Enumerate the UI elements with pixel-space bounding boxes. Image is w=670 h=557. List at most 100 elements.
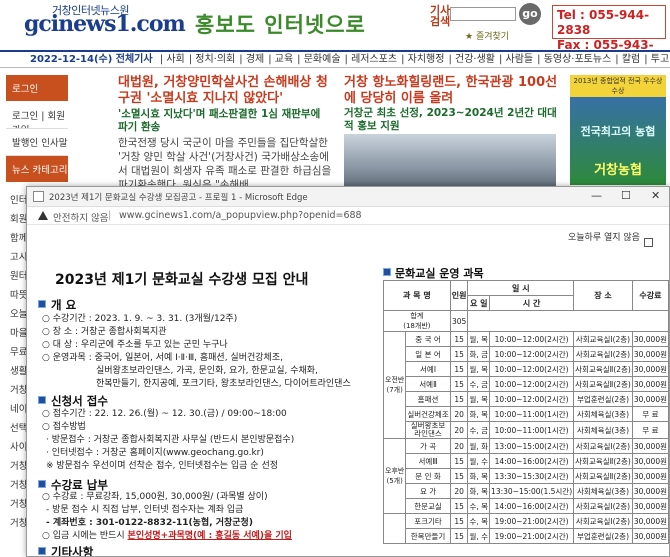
course-time: 10:00~12:00(2시간)	[489, 361, 575, 377]
headline-main[interactable]: 대법원, 거창양민학살사건 손해배상 청구권 '소멸시효 지나지 않았다'	[118, 75, 328, 107]
course-name: 일 본 어	[405, 346, 451, 362]
search-go-button[interactable]: go	[519, 3, 541, 25]
course-fee: 30,000원	[631, 391, 669, 407]
table-row: 오전반 (7개) 중 국 어 15 월, 목 10:00~12:00(2시간) 사회교육실Ⅰ…	[382, 331, 669, 439]
overview-line: ○ 운영과목 : 중국어, 일본어, 서예 Ⅰ·Ⅱ·Ⅲ, 홈패션, 실버건강체조…	[42, 353, 283, 363]
security-status[interactable]: 안전하지 않음	[53, 210, 108, 224]
favorites-star-icon: ★	[465, 32, 474, 42]
schedule-title: 문화교실 운영 과목	[383, 265, 484, 281]
table-row: 서예Ⅱ 15 수, 금 10:00~12:00(2시간) 사회교육실Ⅱ(2층) 30,00…	[384, 376, 669, 392]
section-other-label: 기타사항	[51, 545, 94, 556]
nav-item[interactable]: | 경제	[239, 54, 264, 65]
course-name: 서예Ⅱ	[405, 376, 451, 392]
nav-item[interactable]: | 사람들	[499, 54, 533, 65]
course-people: 15	[449, 513, 469, 529]
section-bullet-icon	[38, 480, 46, 488]
site-logo[interactable]: gcinews1.com	[24, 11, 186, 37]
course-days: 수, 금	[467, 376, 491, 392]
total-empty	[467, 310, 669, 332]
nav-item[interactable]: | 정치·의회	[189, 54, 236, 65]
ad-banner[interactable]: 2013년 종합업적 전국 우수상 수상 전국최고의 농협 거창농협	[570, 75, 666, 185]
popup-window: 2023년 제1기 문화교실 수강생 모집공고 - 프로필 1 - Micros…	[26, 186, 670, 557]
course-name: 실버건강체조	[405, 406, 451, 422]
nav-item[interactable]: | 칼럼	[615, 54, 640, 65]
search-label: 기사검색	[430, 4, 451, 28]
nav-date[interactable]: 2022-12-14(수) 전체기사	[30, 54, 153, 65]
minimize-icon[interactable]: —	[591, 189, 602, 202]
headline-second-sub[interactable]: 거창군 최초 선정, 2023~2024년 2년간 대대적 홍보 지원	[344, 107, 564, 133]
course-fee: 30,000원	[631, 483, 669, 499]
login-join-link[interactable]: 로그인 | 회원가입	[6, 102, 68, 129]
search-input[interactable]	[450, 7, 516, 21]
course-people: 15	[449, 346, 469, 362]
course-place: 부업훈련실(2층)	[573, 391, 633, 407]
nav-item[interactable]: | 문화예술	[297, 54, 340, 65]
warning-icon[interactable]	[38, 211, 48, 220]
popup-title: 2023년 제1기 문화교실 수강생 모집공고 - 프로필 1 - Micros…	[49, 193, 308, 203]
table-row: 일 본 어 15 화, 금 10:00~12:00(2시간) 사회교육실Ⅰ(2층) 30,…	[384, 346, 669, 362]
address-bar[interactable]: 안전하지 않음 | www.gcinews1.com/a_popupview.p…	[27, 207, 669, 225]
headline-second[interactable]: 거창 항노화힐링랜드, 한국관광 100선에 당당히 이름 올려	[344, 75, 564, 107]
nav-item[interactable]: | 동영상·포토뉴스	[537, 54, 611, 65]
course-time: 10:00~12:00(2시간)	[489, 376, 575, 392]
ad-tagline: 전국최고의 농협	[580, 125, 656, 138]
nav-item[interactable]: | 교육	[268, 54, 293, 65]
overview-line: 실버왕초보라인댄스, 가곡, 문인화, 요가, 한문교실, 수채화,	[96, 366, 318, 376]
apply-note: ※ 방문접수 우선이며 선착순 접수, 인터넷접수는 입금 순 선정	[46, 461, 279, 471]
headline-main-sub[interactable]: '소멸시효 지났다'며 패소판결한 1심 재판부에 파기 환송	[118, 108, 328, 134]
table-row: 홈패션 15 월, 목 10:00~12:00(2시간) 부업훈련실(2층) 30,000…	[384, 391, 669, 407]
nav-item[interactable]: | 건강·생활	[448, 54, 495, 65]
overview-line: ○ 대 상 : 우리군에 주소를 두고 있는 군민 누구나	[42, 340, 228, 350]
nav-item[interactable]: | 자치행정	[401, 54, 444, 65]
pay-deposit-highlight: 본인성명+과목명(예 : 홍길동 서예)을 기입	[127, 531, 292, 541]
group-pm: 오후반 (5개)	[382, 438, 407, 514]
course-place: 사회교육실Ⅰ(2층)	[573, 438, 633, 454]
course-people: 15	[449, 498, 469, 514]
course-people: 15	[449, 391, 469, 407]
course-time: 19:00~21:00(2시간)	[489, 513, 575, 529]
course-people: 15	[449, 528, 469, 544]
notice-title: 2023년 제1기 문화교실 수강생 모집 안내	[55, 272, 309, 288]
course-name: 홈패션	[405, 391, 451, 407]
news-photo[interactable]	[344, 134, 556, 190]
publisher-greeting-link[interactable]: 발행인 인사말	[6, 129, 68, 156]
schedule-title-label: 문화교실 운영 과목	[395, 267, 484, 280]
section-bullet-icon	[38, 300, 46, 308]
course-fee: 30,000원	[631, 513, 669, 529]
headline-main-body: 한국전쟁 당시 국군이 마을 주민들을 집단학살한 '거창 양민 학살 사건'(…	[118, 137, 332, 191]
popup-url[interactable]: www.gcinews1.com/a_popupview.php?openid=…	[119, 210, 362, 221]
pay-method: - 방문 접수 시 직접 납부, 인터넷 접수자는 계좌 입금	[46, 505, 244, 515]
course-place: 사회체육실(3층)	[573, 421, 633, 439]
course-name: 중 국 어	[405, 331, 451, 347]
popup-titlebar[interactable]: 2023년 제1기 문화교실 수강생 모집공고 - 프로필 1 - Micros…	[27, 187, 669, 207]
main-nav: 2022-12-14(수) 전체기사 | 사회 | 정치·의회 | 경제 | 교육 | …	[0, 50, 670, 68]
course-time: 13:00~15:00(2시간)	[489, 438, 575, 454]
maximize-icon[interactable]: ☐	[621, 189, 631, 202]
course-time: 14:00~16:00(2시간)	[489, 498, 575, 514]
apply-online: · 인터넷접수 : 거창군 홈페이지(www.geochang.go.kr)	[46, 448, 264, 458]
course-fee: 30,000원	[631, 376, 669, 392]
favorites-link[interactable]: ★ 즐겨찾기	[465, 29, 509, 42]
nav-item[interactable]: | 레저스포츠	[345, 54, 398, 65]
nav-item[interactable]: | 투고	[644, 54, 669, 65]
pay-fee: ○ 수강료 : 무료강좌, 15,000원, 30,000원/ (과목별 상이)	[42, 492, 268, 502]
section-other: 기타사항	[38, 544, 93, 556]
nav-item[interactable]: | 사회	[160, 54, 185, 65]
course-days: 월, 수	[467, 453, 491, 469]
group-evening	[382, 513, 407, 544]
course-place: 사회교육실Ⅰ(2층)	[573, 498, 633, 514]
course-place: 사회교육실Ⅱ(2층)	[573, 453, 633, 469]
course-fee: 30,000원	[631, 346, 669, 362]
course-time: 10:00~12:00(2시간)	[489, 331, 575, 347]
ad-brand: 거창농협	[594, 163, 642, 178]
close-icon[interactable]: ✕	[651, 189, 660, 202]
overview-line: 한복만들기, 한지공예, 포크기타, 왕초보라인댄스, 다이어트라인댄스	[96, 379, 351, 389]
table-row: 한복만들기 15 월, 수 19:00~21:00(2시간) 부업훈련실(2층) 30,0…	[384, 528, 669, 544]
page-favicon-icon	[33, 191, 44, 202]
course-days: 월, 목	[467, 361, 491, 377]
course-time: 13:30~15:00(1.5시간)	[489, 483, 575, 499]
close-today-checkbox[interactable]	[644, 238, 653, 247]
course-name: 문 인 화	[405, 468, 451, 484]
course-place: 사회교육실Ⅱ(2층)	[573, 376, 633, 392]
course-days: 수, 금	[467, 421, 491, 439]
